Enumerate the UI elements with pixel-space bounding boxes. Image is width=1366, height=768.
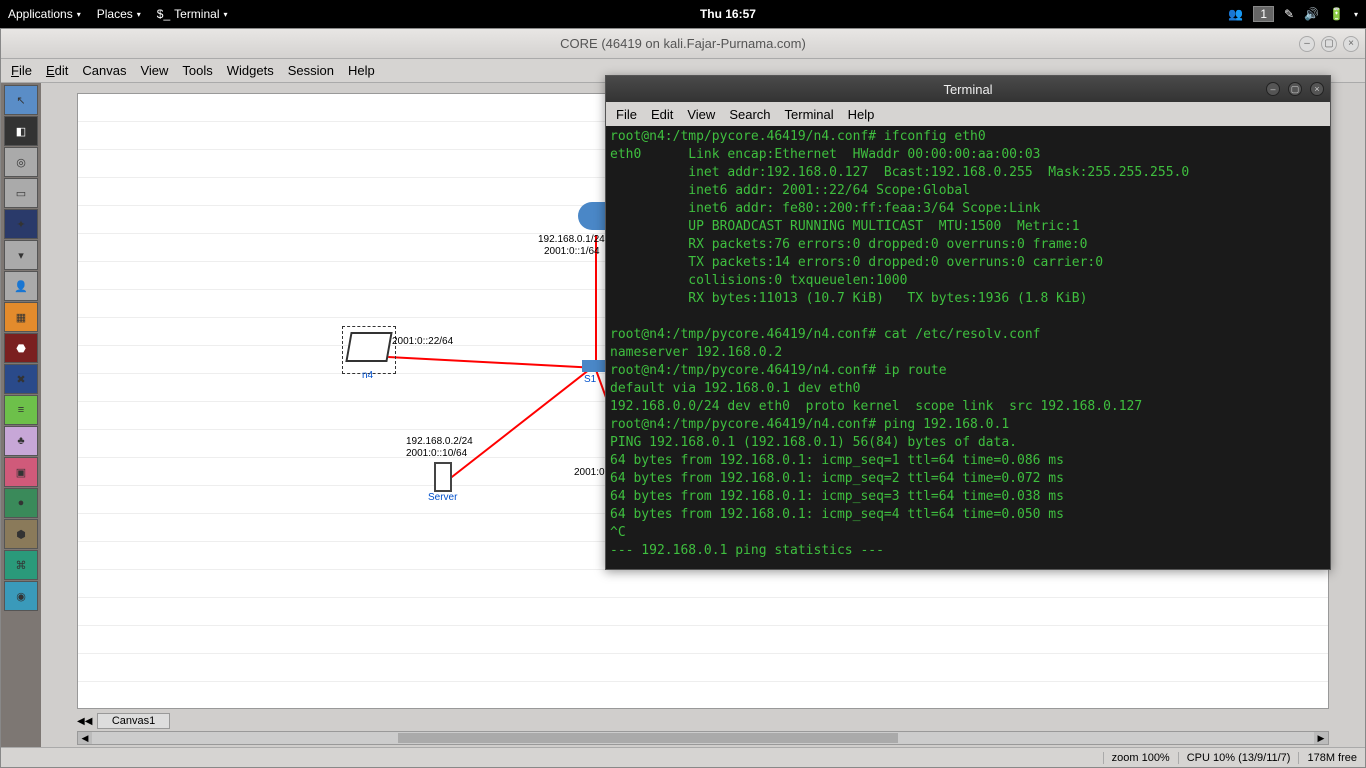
- scroll-right-arrow[interactable]: ▶: [1314, 732, 1328, 744]
- term-menu-search[interactable]: Search: [729, 107, 770, 122]
- term-menu-terminal[interactable]: Terminal: [785, 107, 834, 122]
- router-addr-ipv6: 2001:0::1/64: [544, 246, 600, 257]
- menu-view[interactable]: View: [140, 63, 168, 78]
- terminal-output[interactable]: root@n4:/tmp/pycore.46419/n4.conf# ifcon…: [606, 126, 1330, 569]
- extra-tool-3[interactable]: ▣: [4, 457, 38, 487]
- server-icon: [434, 462, 452, 492]
- menu-file[interactable]: File: [11, 63, 32, 78]
- gnome-top-bar: Applications▾ Places▾ $_Terminal▾ Thu 16…: [0, 0, 1366, 28]
- menu-help[interactable]: Help: [348, 63, 375, 78]
- hub-tool[interactable]: ◎: [4, 147, 38, 177]
- accessibility-icon[interactable]: 👥: [1228, 7, 1243, 21]
- close-button[interactable]: ×: [1343, 36, 1359, 52]
- observer-tool[interactable]: 👤: [4, 271, 38, 301]
- annotation-tool[interactable]: ▾: [4, 240, 38, 270]
- menu-edit[interactable]: Edit: [46, 63, 68, 78]
- link-tool[interactable]: ▭: [4, 178, 38, 208]
- places-menu[interactable]: Places▾: [97, 7, 141, 21]
- status-mem: 178M free: [1298, 752, 1365, 764]
- extra-tool-4[interactable]: ●: [4, 488, 38, 518]
- terminal-title-text: Terminal: [943, 82, 992, 97]
- menu-widgets[interactable]: Widgets: [227, 63, 274, 78]
- term-close-button[interactable]: ×: [1310, 82, 1324, 96]
- status-zoom: zoom 100%: [1103, 752, 1178, 764]
- scroll-left-icon[interactable]: ◀◀: [77, 716, 92, 727]
- horizontal-scrollbar[interactable]: ◀ ▶: [77, 731, 1329, 745]
- term-minimize-button[interactable]: –: [1266, 82, 1280, 96]
- term-menu-file[interactable]: File: [616, 107, 637, 122]
- select-tool[interactable]: ↖: [4, 85, 38, 115]
- extra-tool-1[interactable]: ≡: [4, 395, 38, 425]
- router-addr-ipv4: 192.168.0.1/24: [538, 234, 605, 245]
- workspace-indicator[interactable]: 1: [1253, 6, 1274, 22]
- tool-palette: ↖ ◧ ◎ ▭ ✦ ▾ 👤 ▦ ⬣ ✖ ≡ ♣ ▣ ● ⬢ ⌘ ◉: [1, 83, 41, 747]
- maximize-button[interactable]: ▢: [1321, 36, 1337, 52]
- stop-tool[interactable]: ⬣: [4, 333, 38, 363]
- system-menu-icon[interactable]: ▾: [1354, 10, 1358, 19]
- canvas-tab-1[interactable]: Canvas1: [97, 713, 170, 729]
- n4-addr: 2001:0::22/64: [392, 336, 453, 347]
- pc-tool[interactable]: ◧: [4, 116, 38, 146]
- server-addr-ipv4: 192.168.0.2/24: [406, 436, 473, 447]
- minimize-button[interactable]: –: [1299, 36, 1315, 52]
- link-laptop-switch[interactable]: [388, 356, 598, 369]
- clock[interactable]: Thu 16:57: [228, 7, 1229, 21]
- terminal-titlebar[interactable]: Terminal – ▢ ×: [606, 76, 1330, 102]
- menu-canvas[interactable]: Canvas: [82, 63, 126, 78]
- wireless-tool[interactable]: ✦: [4, 209, 38, 239]
- terminal-icon: $_: [157, 7, 170, 21]
- battery-icon[interactable]: 🔋: [1329, 7, 1344, 21]
- tool-icon[interactable]: ✎: [1284, 7, 1294, 21]
- extra-tool-6[interactable]: ⌘: [4, 550, 38, 580]
- n4-label: n4: [362, 370, 373, 381]
- link-server-switch[interactable]: [447, 362, 598, 481]
- term-maximize-button[interactable]: ▢: [1288, 82, 1302, 96]
- server-label: Server: [428, 492, 457, 503]
- node-server[interactable]: 192.168.0.2/24 2001:0::10/64 Server: [428, 462, 457, 503]
- term-menu-help[interactable]: Help: [848, 107, 875, 122]
- term-menu-view[interactable]: View: [687, 107, 715, 122]
- applications-menu[interactable]: Applications▾: [8, 7, 81, 21]
- laptop-icon: [345, 332, 392, 362]
- status-cpu: CPU 10% (13/9/11/7): [1178, 752, 1299, 764]
- core-title-text: CORE (46419 on kali.Fajar-Purnama.com): [560, 36, 806, 51]
- run-tool[interactable]: ▦: [4, 302, 38, 332]
- terminal-taskbar[interactable]: $_Terminal▾: [157, 7, 228, 21]
- node-n4[interactable]: n4 2001:0::22/64: [348, 332, 390, 362]
- status-bar: zoom 100% CPU 10% (13/9/11/7) 178M free: [1, 747, 1365, 767]
- menu-tools[interactable]: Tools: [182, 63, 212, 78]
- server-addr-ipv6: 2001:0::10/64: [406, 448, 467, 459]
- extra-tool-2[interactable]: ♣: [4, 426, 38, 456]
- menu-session[interactable]: Session: [288, 63, 334, 78]
- term-menu-edit[interactable]: Edit: [651, 107, 673, 122]
- extra-tool-7[interactable]: ◉: [4, 581, 38, 611]
- scroll-left-arrow[interactable]: ◀: [78, 732, 92, 744]
- scroll-thumb[interactable]: [398, 733, 898, 743]
- marker-tool[interactable]: ✖: [4, 364, 38, 394]
- terminal-window: Terminal – ▢ × File Edit View Search Ter…: [605, 75, 1331, 570]
- switch-label: S1: [584, 374, 596, 385]
- core-titlebar[interactable]: CORE (46419 on kali.Fajar-Purnama.com) –…: [1, 29, 1365, 59]
- terminal-menubar: File Edit View Search Terminal Help: [606, 102, 1330, 126]
- volume-icon[interactable]: 🔊: [1304, 7, 1319, 21]
- extra-tool-5[interactable]: ⬢: [4, 519, 38, 549]
